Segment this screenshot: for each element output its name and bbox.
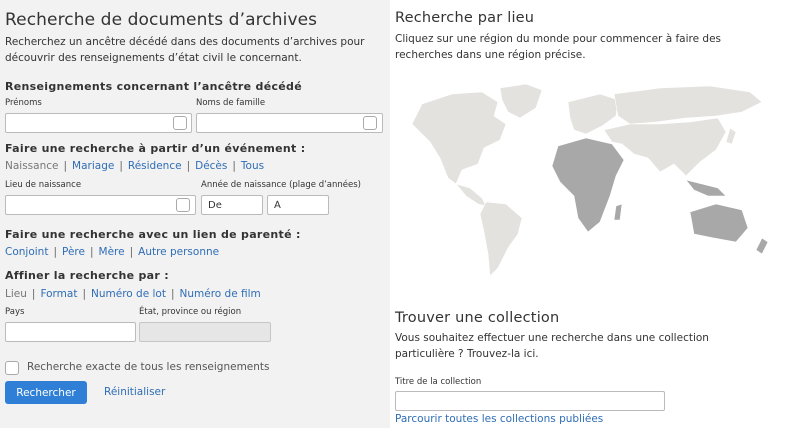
- map-region-japan[interactable]: [725, 127, 737, 145]
- birth-place-label: Lieu de naissance: [5, 180, 82, 190]
- tab-naissance[interactable]: Naissance: [5, 160, 58, 172]
- map-region-australia[interactable]: [689, 203, 749, 243]
- tab-mariage[interactable]: Mariage: [72, 160, 114, 172]
- tab-lieu[interactable]: Lieu: [5, 288, 27, 300]
- tab-tous[interactable]: Tous: [241, 160, 264, 172]
- collection-title-label: Titre de la collection: [395, 377, 482, 387]
- relationship-heading: Faire une recherche avec un lien de pare…: [5, 228, 301, 241]
- collection-title-input[interactable]: [395, 391, 665, 411]
- birth-place-exact-checkbox[interactable]: [176, 198, 190, 212]
- find-collection-title: Trouver une collection: [395, 310, 560, 326]
- map-region-north-america[interactable]: [411, 91, 507, 185]
- tab-conjoint[interactable]: Conjoint: [5, 246, 48, 258]
- tab-mere[interactable]: Mère: [99, 246, 125, 258]
- tab-residence[interactable]: Résidence: [128, 160, 182, 172]
- state-input: [139, 322, 271, 342]
- relationship-tabs: Conjoint | Père | Mère | Autre personne: [5, 246, 220, 258]
- event-tabs: Naissance | Mariage | Résidence | Décès | Tous: [5, 160, 265, 172]
- map-region-madagascar[interactable]: [613, 203, 623, 221]
- record-search-panel: Recherche de documents d’archives Recher…: [0, 0, 390, 428]
- event-heading: Faire une recherche à partir d’un événem…: [5, 142, 306, 155]
- tab-autre-personne[interactable]: Autre personne: [138, 246, 219, 258]
- place-and-collection-panel: Recherche par lieu Cliquez sur une régio…: [390, 0, 800, 428]
- year-from-input[interactable]: [201, 195, 263, 215]
- tab-format[interactable]: Format: [40, 288, 77, 300]
- tab-deces[interactable]: Décès: [195, 160, 227, 172]
- page-title: Recherche de documents d’archives: [5, 10, 318, 30]
- given-names-label: Prénoms: [5, 98, 42, 108]
- search-button[interactable]: Rechercher: [5, 381, 87, 404]
- browse-collections-link[interactable]: Parcourir toutes les collections publiée…: [395, 413, 603, 425]
- surname-input[interactable]: [196, 113, 383, 133]
- search-by-place-text: Cliquez sur une région du monde pour com…: [395, 33, 722, 61]
- map-region-greenland[interactable]: [499, 83, 543, 119]
- map-region-new-zealand[interactable]: [755, 237, 769, 255]
- map-region-africa[interactable]: [551, 137, 625, 233]
- refine-heading: Affiner la recherche par :: [5, 269, 169, 282]
- reset-link[interactable]: Réinitialiser: [104, 386, 165, 398]
- birth-place-input[interactable]: [5, 195, 196, 215]
- map-region-asia[interactable]: [603, 117, 727, 177]
- surname-label: Noms de famille: [196, 98, 266, 108]
- map-region-southeast-asia[interactable]: [685, 179, 727, 197]
- birth-year-label: Année de naissance (plage d’années): [201, 180, 361, 190]
- country-input[interactable]: [5, 322, 136, 342]
- world-map[interactable]: [390, 72, 800, 282]
- surname-exact-checkbox[interactable]: [363, 116, 377, 130]
- refine-tabs: Lieu | Format | Numéro de lot | Numéro de film: [5, 288, 261, 300]
- state-label: État, province ou région: [139, 307, 242, 317]
- given-names-exact-checkbox[interactable]: [173, 116, 187, 130]
- tab-numero-de-lot[interactable]: Numéro de lot: [91, 288, 166, 300]
- tab-numero-de-film[interactable]: Numéro de film: [180, 288, 261, 300]
- map-region-europe[interactable]: [567, 93, 619, 135]
- given-names-input[interactable]: [5, 113, 192, 133]
- ancestor-heading: Renseignements concernant l’ancêtre décé…: [5, 80, 302, 93]
- find-collection-text: Vous souhaitez effectuer une recherche d…: [395, 332, 709, 360]
- year-to-input[interactable]: [267, 195, 329, 215]
- map-region-south-america[interactable]: [479, 201, 523, 277]
- country-label: Pays: [5, 307, 25, 317]
- map-region-russia[interactable]: [613, 85, 763, 125]
- exact-match-checkbox[interactable]: [5, 361, 19, 375]
- intro-text: Recherchez un ancêtre décédé dans des do…: [5, 36, 365, 64]
- search-by-place-title: Recherche par lieu: [395, 10, 535, 26]
- map-region-central-america[interactable]: [455, 183, 487, 207]
- tab-pere[interactable]: Père: [62, 246, 85, 258]
- exact-match-label[interactable]: Recherche exacte de tous les renseigneme…: [27, 361, 270, 373]
